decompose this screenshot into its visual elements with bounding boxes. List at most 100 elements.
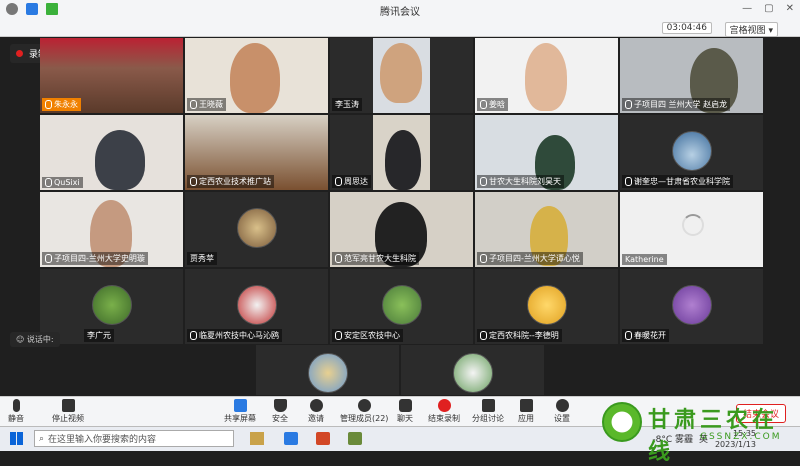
share-icon xyxy=(233,399,247,412)
microphone-icon xyxy=(12,399,20,412)
avatar xyxy=(92,285,132,325)
participant-name: 子项目四 兰州大学 赵启龙 xyxy=(622,98,731,111)
video-tile[interactable]: 子项目四-兰州大学史明璇 xyxy=(40,192,183,267)
video-tile[interactable]: Katherine xyxy=(620,192,763,267)
stop-video-button[interactable]: 停止视频 xyxy=(52,399,84,424)
person-figure xyxy=(230,43,280,113)
participant-name: 朱永永 xyxy=(42,98,81,111)
close-icon[interactable]: ✕ xyxy=(786,3,794,14)
record-dot-icon xyxy=(16,50,23,57)
video-tile[interactable]: 定西农业技术推广站 xyxy=(185,115,328,190)
breakout-rooms-button[interactable]: 分组讨论 xyxy=(472,399,504,424)
mute-button[interactable]: 静音 xyxy=(8,399,24,424)
video-tile[interactable]: 临夏州农技中心马沁鸥 xyxy=(185,269,328,344)
meeting-timer: 03:04:46 xyxy=(661,22,712,34)
participant-name: 子项目四-兰州大学谭心悦 xyxy=(477,252,583,265)
watermark-logo: 甘肃三农在线 GSSNZX.COM xyxy=(600,396,800,465)
mic-icon xyxy=(190,177,197,186)
gear-icon xyxy=(555,399,569,412)
participant-name: QuSixi xyxy=(42,177,83,188)
mic-icon xyxy=(45,254,52,263)
tencent-meeting-icon[interactable] xyxy=(284,432,298,445)
person-figure xyxy=(380,43,422,103)
participant-name: 谢奎忠—甘肃省农业科学院 xyxy=(622,175,733,188)
video-tile[interactable]: 王晓薇 xyxy=(185,38,328,113)
avatar xyxy=(672,131,712,171)
title-bar: 腾讯会议 — ▢ ✕ xyxy=(0,0,800,21)
manage-members-button[interactable]: 管理成员(22) xyxy=(340,399,388,424)
video-tile[interactable]: 李广元 xyxy=(40,269,183,344)
mic-icon xyxy=(480,100,487,109)
shield-icon xyxy=(273,399,287,412)
smile-icon: ☺ xyxy=(16,335,25,344)
person-figure xyxy=(385,130,421,190)
video-tile[interactable] xyxy=(401,345,544,395)
video-tile[interactable]: 安定区农技中心 xyxy=(330,269,473,344)
participant-name: 李广元 xyxy=(84,329,114,342)
participant-name: 安定区农技中心 xyxy=(332,329,403,342)
video-tile[interactable]: 春暖花开 xyxy=(620,269,763,344)
participant-name: Katherine xyxy=(622,254,667,265)
participant-name: 王晓薇 xyxy=(187,98,226,111)
taskbar-search[interactable]: ⌕ 在这里输入你要搜索的内容 xyxy=(34,430,234,447)
video-tile[interactable]: 子项目四-兰州大学谭心悦 xyxy=(475,192,618,267)
minimize-icon[interactable]: — xyxy=(742,3,752,14)
video-tile[interactable]: 子项目四 兰州大学 赵启龙 xyxy=(620,38,763,113)
add-user-icon xyxy=(309,399,323,412)
video-tile[interactable]: 朱永永 xyxy=(40,38,183,113)
powerpoint-icon[interactable] xyxy=(316,432,330,445)
share-screen-button[interactable]: 共享屏幕 xyxy=(224,399,256,424)
avatar xyxy=(308,353,348,393)
window-controls: — ▢ ✕ xyxy=(742,3,794,14)
end-recording-button[interactable]: 结束录制 xyxy=(428,399,460,424)
avatar xyxy=(382,285,422,325)
person-figure xyxy=(525,43,567,111)
grid-view-button[interactable]: 宫格视图 ▾ xyxy=(724,22,778,37)
mic-icon xyxy=(625,177,632,186)
app-icon[interactable] xyxy=(348,432,362,445)
security-button[interactable]: 安全 xyxy=(272,399,288,424)
video-tile[interactable]: 谢奎忠—甘肃省农业科学院 xyxy=(620,115,763,190)
participant-name: 周思达 xyxy=(332,175,371,188)
mic-icon xyxy=(335,254,342,263)
settings-button[interactable]: 设置 xyxy=(554,399,570,424)
video-tile[interactable]: 周思达 xyxy=(330,115,473,190)
video-grid-row-5 xyxy=(256,345,544,395)
video-tile[interactable]: 贾秀苹 xyxy=(185,192,328,267)
mic-icon xyxy=(190,331,197,340)
video-tile[interactable]: 甘农大生科院刘昊天 xyxy=(475,115,618,190)
watermark-sub: GSSNZX.COM xyxy=(700,432,782,442)
video-tile[interactable]: 李玉涛 xyxy=(330,38,473,113)
avatar xyxy=(237,208,277,248)
avatar xyxy=(527,285,567,325)
participant-name: 范军亮甘农大生科院 xyxy=(332,252,419,265)
participant-name: 李玉涛 xyxy=(332,98,362,111)
participant-name: 贾秀苹 xyxy=(187,252,217,265)
file-icon[interactable] xyxy=(250,432,264,445)
logo-emblem-icon xyxy=(602,402,642,442)
mic-icon xyxy=(625,331,632,340)
mic-icon xyxy=(45,178,52,187)
video-tile[interactable]: QuSixi xyxy=(40,115,183,190)
video-tile[interactable]: 姜晗 xyxy=(475,38,618,113)
person-figure xyxy=(95,130,145,190)
camera-icon xyxy=(61,399,75,412)
participant-name: 定西农科院--李德明 xyxy=(477,329,562,342)
members-icon xyxy=(357,399,371,412)
mic-icon xyxy=(480,254,487,263)
invite-button[interactable]: 邀请 xyxy=(308,399,324,424)
apps-button[interactable]: 应用 xyxy=(518,399,534,424)
top-info-bar: 03:04:46 宫格视图 ▾ xyxy=(0,20,800,37)
mic-icon xyxy=(45,100,52,109)
windows-start-icon[interactable] xyxy=(10,432,23,445)
mic-icon xyxy=(480,177,487,186)
apps-icon xyxy=(519,399,533,412)
avatar xyxy=(672,285,712,325)
video-tile[interactable]: 定西农科院--李德明 xyxy=(475,269,618,344)
video-tile[interactable] xyxy=(256,345,399,395)
mic-icon xyxy=(335,177,342,186)
video-tile[interactable]: 范军亮甘农大生科院 xyxy=(330,192,473,267)
participant-name: 春暖花开 xyxy=(622,329,669,342)
chat-button[interactable]: 聊天 xyxy=(397,399,413,424)
maximize-icon[interactable]: ▢ xyxy=(764,3,773,14)
